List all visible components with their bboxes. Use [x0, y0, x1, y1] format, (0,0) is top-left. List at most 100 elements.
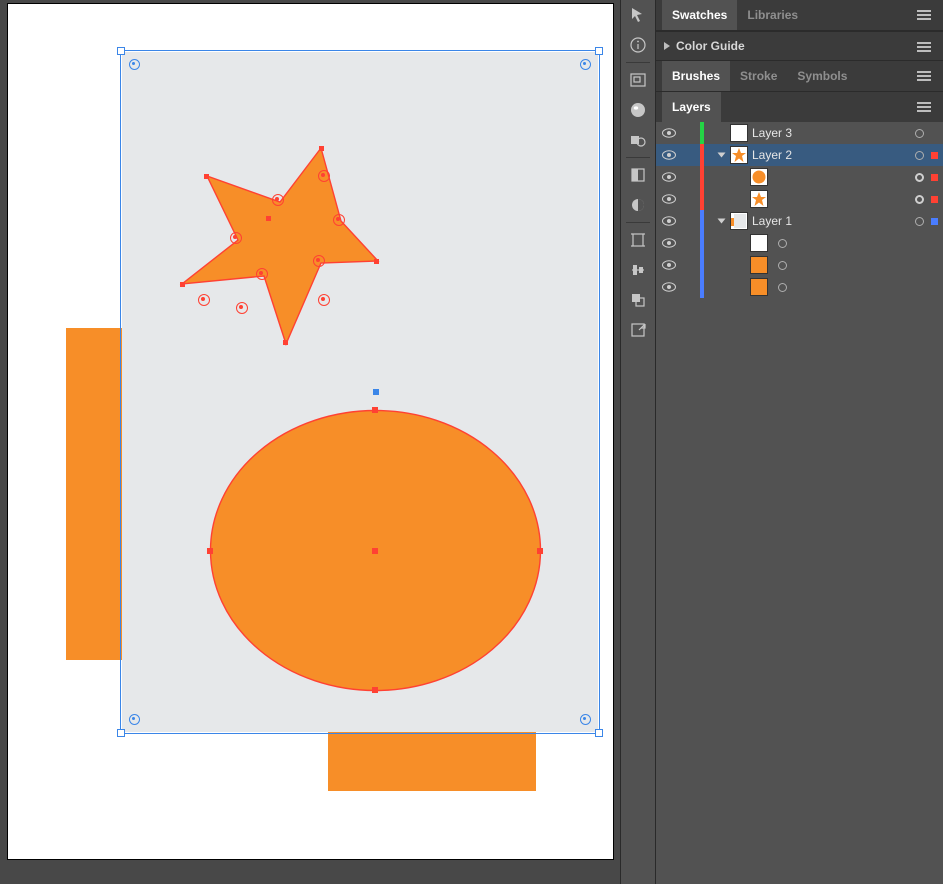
layer-thumbnail[interactable]	[750, 168, 768, 186]
tab-stroke[interactable]: Stroke	[730, 61, 787, 91]
anchor-point[interactable]	[319, 146, 324, 151]
layer-row[interactable]	[656, 276, 943, 298]
asset-export-panel-icon[interactable]	[621, 315, 655, 345]
center-point[interactable]	[372, 548, 378, 554]
visibility-toggle[interactable]	[656, 282, 682, 292]
layer-thumbnail[interactable]	[730, 146, 748, 164]
live-corner-widget[interactable]	[318, 170, 330, 182]
selection-indicator[interactable]	[929, 196, 939, 203]
color-guide-header[interactable]: Color Guide	[656, 31, 943, 60]
target-button[interactable]	[909, 151, 929, 160]
layer-name-label[interactable]: Layer 1	[752, 214, 909, 228]
layer-name-label[interactable]: Layer 3	[752, 126, 909, 140]
layer-name-label[interactable]	[772, 261, 943, 270]
info-panel-icon[interactable]	[621, 30, 655, 60]
anchor-point[interactable]	[372, 687, 378, 693]
anchor-point[interactable]	[180, 282, 185, 287]
visibility-toggle[interactable]	[656, 194, 682, 204]
ellipse-shape[interactable]	[208, 408, 543, 693]
anchor-point[interactable]	[256, 268, 268, 280]
gradient-panel-icon[interactable]	[621, 160, 655, 190]
visibility-toggle[interactable]	[656, 260, 682, 270]
visibility-toggle[interactable]	[656, 128, 682, 138]
selection-handle[interactable]	[595, 729, 603, 737]
anchor-point[interactable]	[333, 214, 345, 226]
canvas-area[interactable]	[0, 0, 620, 884]
layer-thumbnail[interactable]	[730, 212, 748, 230]
target-button[interactable]	[909, 195, 929, 204]
selection-handle[interactable]	[595, 47, 603, 55]
visibility-toggle[interactable]	[656, 150, 682, 160]
panel-menu-button[interactable]	[909, 0, 939, 30]
live-corner-widget[interactable]	[580, 714, 591, 725]
visibility-toggle[interactable]	[656, 172, 682, 182]
panel-menu-button[interactable]	[909, 61, 939, 91]
pathfinder-panel-icon[interactable]	[621, 285, 655, 315]
transparency-panel-icon[interactable]	[621, 190, 655, 220]
layer-row[interactable]: Layer 1	[656, 210, 943, 232]
panel-menu-button[interactable]	[909, 32, 939, 62]
panel-menu-button[interactable]	[909, 92, 939, 122]
selection-indicator[interactable]	[929, 152, 939, 159]
align-panel-icon[interactable]	[621, 255, 655, 285]
layer-row[interactable]	[656, 166, 943, 188]
layer-row[interactable]	[656, 232, 943, 254]
rectangle-shape[interactable]	[328, 728, 536, 791]
anchor-point[interactable]	[537, 548, 543, 554]
tab-libraries[interactable]: Libraries	[737, 0, 808, 30]
anchor-point[interactable]	[313, 255, 325, 267]
anchor-point[interactable]	[207, 548, 213, 554]
live-corner-widget[interactable]	[129, 59, 140, 70]
artboards-panel-icon[interactable]	[621, 225, 655, 255]
live-corner-widget[interactable]	[318, 294, 330, 306]
live-corner-widget[interactable]	[198, 294, 210, 306]
anchor-point[interactable]	[374, 259, 379, 264]
anchor-point[interactable]	[372, 407, 378, 413]
visibility-toggle[interactable]	[656, 216, 682, 226]
layer-thumbnail[interactable]	[730, 124, 748, 142]
live-corner-widget[interactable]	[236, 302, 248, 314]
layer-thumbnail[interactable]	[750, 190, 768, 208]
target-button[interactable]	[909, 217, 929, 226]
target-button[interactable]	[909, 173, 929, 182]
selection-indicator[interactable]	[929, 174, 939, 181]
target-button[interactable]	[772, 261, 792, 270]
navigator-panel-icon[interactable]	[621, 65, 655, 95]
disclosure-triangle-icon[interactable]	[714, 151, 728, 159]
layer-row[interactable]	[656, 188, 943, 210]
live-corner-widget[interactable]	[129, 714, 140, 725]
layer-name-label[interactable]	[772, 239, 943, 248]
visibility-toggle[interactable]	[656, 238, 682, 248]
layer-thumbnail[interactable]	[750, 256, 768, 274]
center-point[interactable]	[373, 389, 379, 395]
tab-layers[interactable]: Layers	[662, 92, 721, 122]
disclosure-triangle-icon[interactable]	[714, 217, 728, 225]
selection-indicator[interactable]	[929, 218, 939, 225]
target-button[interactable]	[909, 129, 929, 138]
layer-name-label[interactable]: Layer 2	[752, 148, 909, 162]
anchor-point[interactable]	[204, 174, 209, 179]
tab-brushes[interactable]: Brushes	[662, 61, 730, 91]
target-button[interactable]	[772, 239, 792, 248]
anchor-point[interactable]	[283, 340, 288, 345]
layer-row[interactable]: Layer 2	[656, 144, 943, 166]
layer-row[interactable]: Layer 3	[656, 122, 943, 144]
live-corner-widget[interactable]	[580, 59, 591, 70]
layer-row[interactable]	[656, 254, 943, 276]
properties-panel-icon[interactable]	[621, 0, 655, 30]
layer-thumbnail[interactable]	[750, 278, 768, 296]
tab-symbols[interactable]: Symbols	[787, 61, 857, 91]
artboard[interactable]	[8, 4, 613, 859]
selection-handle[interactable]	[117, 47, 125, 55]
star-shape[interactable]	[168, 144, 383, 354]
anchor-point[interactable]	[266, 216, 271, 221]
layer-thumbnail[interactable]	[750, 234, 768, 252]
target-button[interactable]	[772, 283, 792, 292]
appearance-panel-icon[interactable]	[621, 95, 655, 125]
anchor-point[interactable]	[272, 194, 284, 206]
graphic-styles-panel-icon[interactable]	[621, 125, 655, 155]
tab-swatches[interactable]: Swatches	[662, 0, 737, 30]
anchor-point[interactable]	[230, 232, 242, 244]
selection-handle[interactable]	[117, 729, 125, 737]
layer-name-label[interactable]	[772, 283, 943, 292]
